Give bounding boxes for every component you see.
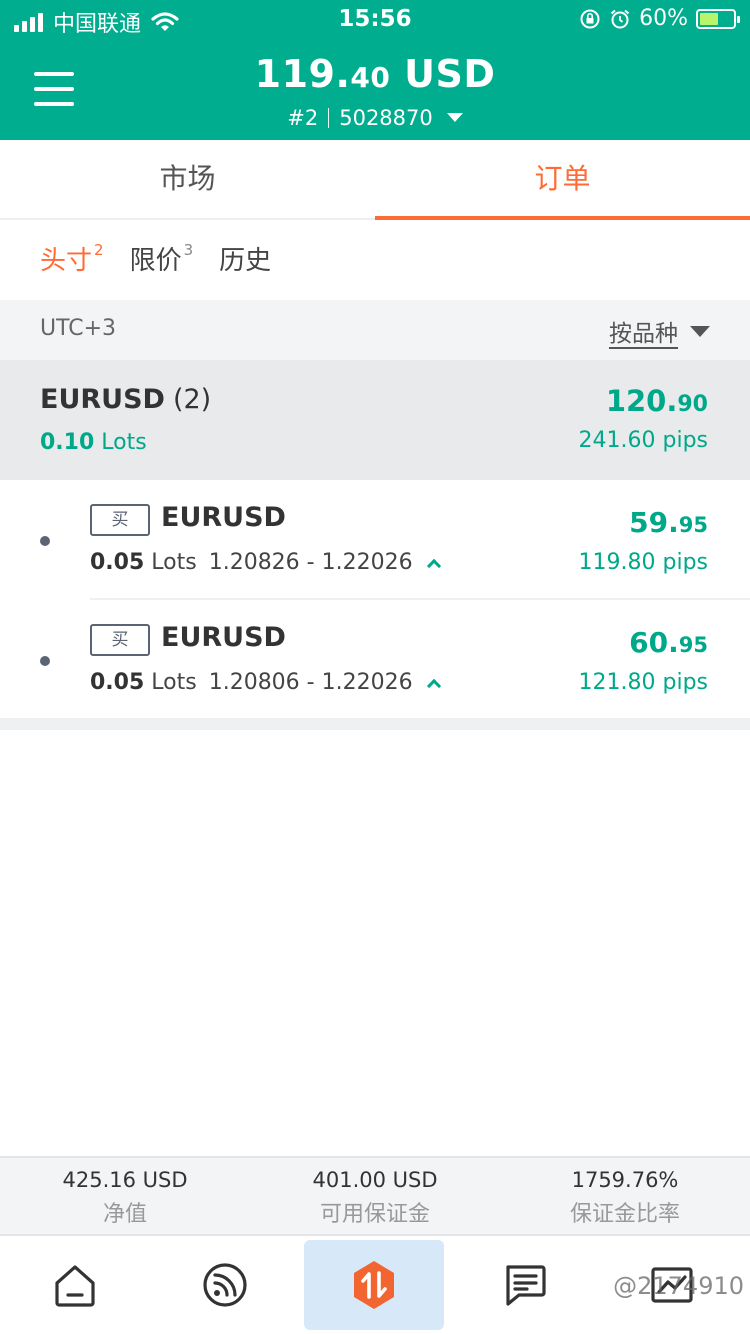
group-count: (2): [172, 384, 212, 415]
group-lots: 0.10 Lots: [40, 430, 147, 455]
side-badge: 买: [90, 624, 150, 656]
subtab-history[interactable]: 历史: [219, 240, 271, 277]
position-profit-integer: 60.: [629, 626, 679, 659]
position-lots-unit: Lots: [144, 550, 197, 575]
tab-orders[interactable]: 订单: [375, 140, 750, 220]
side-badge: 买: [90, 504, 150, 536]
account-separator: [328, 108, 330, 128]
position-pips: 121.80 pips: [578, 670, 708, 695]
chevron-down-icon: [446, 113, 463, 122]
group-pips: 241.60 pips: [578, 428, 708, 453]
status-bar: 中国联通 15:56 60%: [0, 0, 750, 40]
battery-charging-icon: [696, 8, 740, 29]
position-lots-value: 0.05: [90, 670, 145, 695]
position-lots-value: 0.05: [90, 550, 145, 575]
status-right: 60%: [579, 6, 740, 31]
account-id: 5028870: [339, 106, 433, 130]
nav-trade[interactable]: [304, 1240, 444, 1330]
group-lots-unit: Lots: [94, 430, 147, 455]
balance-currency: USD: [390, 52, 496, 96]
balance-integer: 119.: [254, 52, 351, 96]
position-profit-integer: 59.: [629, 506, 679, 539]
list-end-divider: [0, 718, 750, 730]
alarm-icon: [610, 9, 630, 28]
sort-dropdown[interactable]: 按品种: [609, 314, 710, 348]
margin-level-value: 1759.76%: [571, 1168, 679, 1192]
account-selector[interactable]: #2 5028870: [0, 106, 750, 130]
group-profit-integer: 120.: [605, 384, 678, 418]
rotation-lock-icon: [580, 9, 600, 28]
bullet-dot: [40, 536, 50, 546]
timezone-label: UTC+3: [40, 316, 117, 341]
balance-decimal: 40: [350, 61, 391, 94]
subtab-positions-count: 2: [94, 241, 104, 259]
group-symbol-name: EURUSD: [40, 384, 165, 415]
summary-free-margin: 401.00 USD 可用保证金: [250, 1158, 500, 1234]
position-price-range: 1.20806 - 1.22026: [208, 670, 413, 695]
watermark: @2174910: [613, 1272, 744, 1300]
position-profit: 60.95: [629, 626, 708, 659]
chevron-up-icon: [426, 678, 441, 694]
summary-margin-level: 1759.76% 保证金比率: [500, 1158, 750, 1234]
summary-equity: 425.16 USD 净值: [0, 1158, 250, 1234]
bullet-dot: [40, 656, 50, 666]
subtab-positions[interactable]: 头寸 2: [40, 240, 104, 277]
position-group-row[interactable]: EURUSD (2) 0.10 Lots 120.90 241.60 pips: [0, 360, 750, 480]
subtab-history-label: 历史: [219, 246, 272, 276]
sort-label: 按品种: [609, 321, 678, 347]
caret-down-icon: [690, 325, 710, 337]
chevron-up-icon: [426, 558, 441, 574]
app-screen: 中国联通 15:56 60% 119.40 USD #2 5028870 市场 …: [0, 0, 750, 1334]
account-summary: 425.16 USD 净值 401.00 USD 可用保证金 1759.76% …: [0, 1156, 750, 1236]
group-profit: 120.90: [606, 384, 708, 418]
nav-news[interactable]: [455, 1240, 595, 1330]
position-price-range: 1.20826 - 1.22026: [208, 550, 413, 575]
subtab-limit[interactable]: 限价 3: [130, 240, 194, 277]
position-row[interactable]: 买 EURUSD 0.05 Lots 1.20826 - 1.22026 59.9…: [0, 480, 750, 600]
free-margin-label: 可用保证金: [319, 1202, 430, 1227]
nav-home[interactable]: [5, 1240, 145, 1330]
position-profit: 59.95: [629, 506, 708, 539]
free-margin-value: 401.00 USD: [312, 1168, 438, 1192]
position-lots-unit: Lots: [144, 670, 197, 695]
position-row[interactable]: 买 EURUSD 0.05 Lots 1.20806 - 1.22026 60.9…: [0, 600, 750, 720]
margin-level-label: 保证金比率: [569, 1202, 680, 1227]
position-profit-decimal: 95: [678, 513, 708, 537]
equity-label: 净值: [102, 1202, 147, 1227]
group-lots-value: 0.10: [40, 430, 95, 455]
subtab-limit-count: 3: [183, 241, 194, 259]
position-details: 0.05 Lots 1.20826 - 1.22026: [90, 550, 441, 575]
news-icon: [506, 1265, 546, 1306]
position-symbol: EURUSD: [161, 622, 286, 653]
account-number: #2: [287, 106, 319, 130]
account-balance: 119.40 USD: [0, 52, 750, 96]
subtab-positions-label: 头寸: [40, 246, 93, 276]
position-symbol: EURUSD: [161, 502, 286, 533]
position-details: 0.05 Lots 1.20806 - 1.22026: [90, 670, 441, 695]
nav-feed[interactable]: [155, 1240, 295, 1330]
subtab-limit-label: 限价: [129, 246, 182, 276]
trade-icon: [354, 1261, 394, 1309]
order-subtabs: 头寸 2 限价 3 历史: [40, 240, 271, 277]
header: 中国联通 15:56 60% 119.40 USD #2 5028870: [0, 0, 750, 140]
tab-market[interactable]: 市场: [0, 140, 375, 218]
position-profit-decimal: 95: [678, 633, 708, 657]
home-icon: [55, 1265, 95, 1307]
filter-bar: UTC+3 按品种: [0, 300, 750, 360]
feed-icon: [203, 1263, 247, 1307]
battery-percent: 60%: [639, 6, 688, 31]
main-tabs: 市场 订单: [0, 140, 750, 220]
position-pips: 119.80 pips: [578, 550, 708, 575]
equity-value: 425.16 USD: [62, 1168, 188, 1192]
group-profit-decimal: 90: [677, 392, 708, 417]
bottom-nav: @2174910: [0, 1236, 750, 1334]
group-symbol: EURUSD (2): [40, 384, 211, 415]
